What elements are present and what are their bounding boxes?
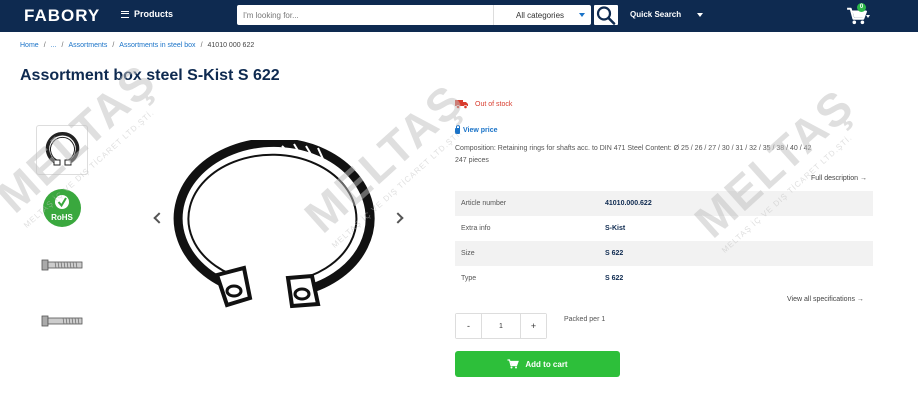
search-box: All categories xyxy=(237,5,591,25)
thumbnail-bolt-1[interactable] xyxy=(36,240,88,290)
lock-icon xyxy=(455,125,460,134)
search-icon xyxy=(596,6,616,25)
retaining-ring-thumbnail-image xyxy=(45,132,80,166)
hamburger-icon xyxy=(121,10,129,18)
add-to-cart-button[interactable]: Add to cart xyxy=(455,351,620,377)
products-menu-button[interactable]: Products xyxy=(121,9,173,19)
full-description-link[interactable]: Full description → xyxy=(811,175,867,182)
add-to-cart-label: Add to cart xyxy=(525,359,568,369)
spec-label: Article number xyxy=(461,200,507,207)
cart-caret-icon[interactable] xyxy=(866,15,870,18)
quantity-decrease-button[interactable]: - xyxy=(456,314,481,338)
spec-label: Extra info xyxy=(461,225,491,232)
product-composition: Composition: Retaining rings for shafts … xyxy=(455,143,875,167)
search-button[interactable] xyxy=(593,4,619,26)
quantity-stepper: - 1 + xyxy=(455,313,547,339)
spec-label: Type xyxy=(461,275,477,282)
cart-icon xyxy=(507,359,520,369)
pieces-text: 247 pieces xyxy=(455,157,489,164)
top-navigation-bar: FABORY Products All categories Quick Sea… xyxy=(0,0,918,32)
spec-value: 41010.000.622 xyxy=(605,200,652,207)
cart-count-badge: 0 xyxy=(857,3,866,12)
search-input[interactable] xyxy=(237,5,493,25)
thumbnail-rohs[interactable]: RoHS xyxy=(36,183,88,233)
spec-value: S 622 xyxy=(605,250,624,257)
breadcrumb-separator: / xyxy=(43,42,46,49)
stock-status-label: Out of stock xyxy=(475,100,513,108)
breadcrumb-home[interactable]: Home xyxy=(20,42,39,49)
breadcrumb-separator: / xyxy=(112,42,115,49)
breadcrumb-separator: / xyxy=(61,42,64,49)
quantity-input[interactable]: 1 xyxy=(481,314,521,338)
stock-status: Out of stock xyxy=(455,99,512,109)
breadcrumb-separator: / xyxy=(200,42,203,49)
truck-icon xyxy=(455,100,468,109)
composition-text: Composition: Retaining rings for shafts … xyxy=(455,145,812,152)
chevron-right-icon[interactable] xyxy=(392,212,404,224)
chevron-down-icon xyxy=(579,13,585,17)
quick-search-button[interactable]: Quick Search xyxy=(630,10,681,19)
thumbnail-retaining-ring[interactable] xyxy=(36,125,88,175)
view-price-link[interactable]: View price xyxy=(455,125,498,134)
products-label: Products xyxy=(134,9,174,19)
product-main-image xyxy=(173,140,375,309)
svg-text:RoHS: RoHS xyxy=(51,213,73,222)
breadcrumb: Home / ... / Assortments / Assortments i… xyxy=(20,42,254,49)
bolt-thumbnail-image xyxy=(41,259,83,271)
spec-row: Size S 622 xyxy=(455,241,873,266)
breadcrumb-current: 41010 000 622 xyxy=(207,42,255,49)
packed-per-text: Packed per 1 xyxy=(564,316,606,323)
chevron-left-icon[interactable] xyxy=(153,212,165,224)
rohs-icon: RoHS xyxy=(43,189,81,227)
spec-label: Size xyxy=(461,250,475,257)
breadcrumb-steel-box[interactable]: Assortments in steel box xyxy=(119,42,195,49)
spec-value: S-Kist xyxy=(605,225,626,232)
category-selected-label: All categories xyxy=(516,10,565,20)
breadcrumb-ellipsis[interactable]: ... xyxy=(51,42,57,49)
view-price-label: View price xyxy=(463,127,498,134)
quick-search-caret-icon[interactable] xyxy=(697,13,703,17)
quantity-increase-button[interactable]: + xyxy=(521,314,546,338)
view-all-specifications-link[interactable]: View all specifications → xyxy=(787,296,864,303)
spec-value: S 622 xyxy=(605,275,624,282)
category-select[interactable]: All categories xyxy=(493,5,591,25)
bolt-thumbnail-image xyxy=(41,315,83,327)
page-title: Assortment box steel S-Kist S 622 xyxy=(20,67,280,84)
spec-row: Extra info S-Kist xyxy=(455,216,873,241)
thumbnail-bolt-2[interactable] xyxy=(36,296,88,346)
breadcrumb-assortments[interactable]: Assortments xyxy=(68,42,107,49)
fabory-logo[interactable]: FABORY xyxy=(24,6,100,26)
spec-row: Type S 622 xyxy=(455,266,873,291)
spec-row: Article number 41010.000.622 xyxy=(455,191,873,216)
specifications-table: Article number 41010.000.622 Extra info … xyxy=(455,191,873,291)
